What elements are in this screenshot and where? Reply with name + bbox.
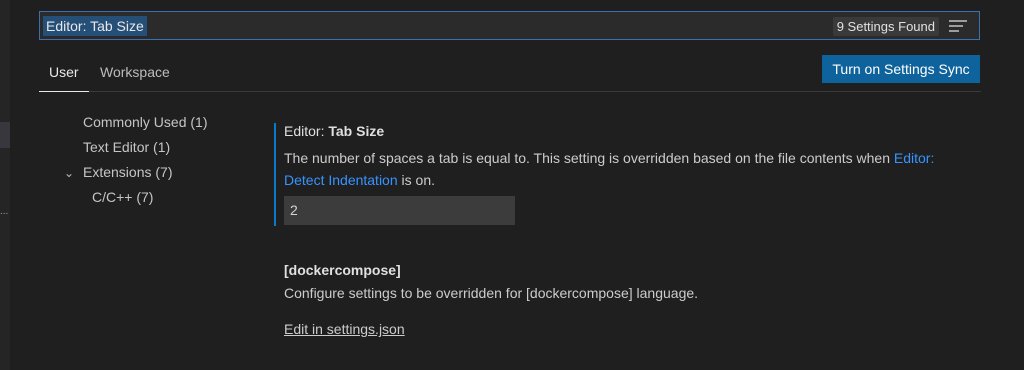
edit-in-settings-json-link[interactable]: Edit in settings.json: [284, 321, 405, 337]
tab-user[interactable]: User: [39, 63, 88, 92]
description-text-end: is on.: [397, 172, 435, 188]
focus-indicator: [274, 123, 276, 226]
turn-on-settings-sync-button[interactable]: Turn on Settings Sync: [822, 55, 980, 83]
setting-title: Editor: Tab Size: [284, 123, 384, 139]
toc-item-extensions[interactable]: ⌄ Extensions (7): [64, 163, 254, 188]
toc-item-label: Text Editor (1): [83, 139, 171, 155]
toc-item-label: Commonly Used (1): [83, 114, 208, 130]
setting-category: Editor:: [284, 123, 329, 139]
toc-item-cpp[interactable]: C/C++ (7): [64, 188, 254, 213]
description-text: The number of spaces a tab is equal to. …: [284, 150, 894, 166]
edge-highlight: [0, 122, 10, 148]
setting-description: The number of spaces a tab is equal to. …: [284, 147, 974, 191]
edge-ellipsis: ...: [0, 206, 9, 217]
language-setting-title: [dockercompose]: [284, 262, 401, 278]
toc-item-commonly-used[interactable]: Commonly Used (1): [64, 113, 254, 138]
language-setting-description: Configure settings to be overridden for …: [284, 285, 699, 301]
setting-dockercompose: [dockercompose] Configure settings to be…: [284, 262, 964, 337]
settings-table-of-contents: Commonly Used (1) Text Editor (1) ⌄ Exten…: [64, 113, 254, 213]
toc-item-label: C/C++ (7): [92, 189, 154, 205]
chevron-down-icon[interactable]: ⌄: [64, 164, 83, 182]
toc-item-text-editor[interactable]: Text Editor (1): [64, 138, 254, 163]
settings-found-badge: 9 Settings Found: [832, 17, 939, 36]
search-query[interactable]: Editor: Tab Size: [43, 16, 147, 36]
tab-workspace[interactable]: Workspace: [100, 63, 170, 91]
filter-lines-icon[interactable]: [949, 20, 967, 34]
tab-size-input[interactable]: 2: [284, 196, 515, 225]
toc-item-label: Extensions (7): [83, 164, 173, 180]
activity-edge: ...: [0, 0, 10, 370]
setting-name: Tab Size: [328, 123, 385, 139]
settings-search-box[interactable]: Editor: Tab Size 9 Settings Found: [39, 11, 980, 40]
setting-editor-tab-size: Editor: Tab Size The number of spaces a …: [274, 123, 974, 226]
